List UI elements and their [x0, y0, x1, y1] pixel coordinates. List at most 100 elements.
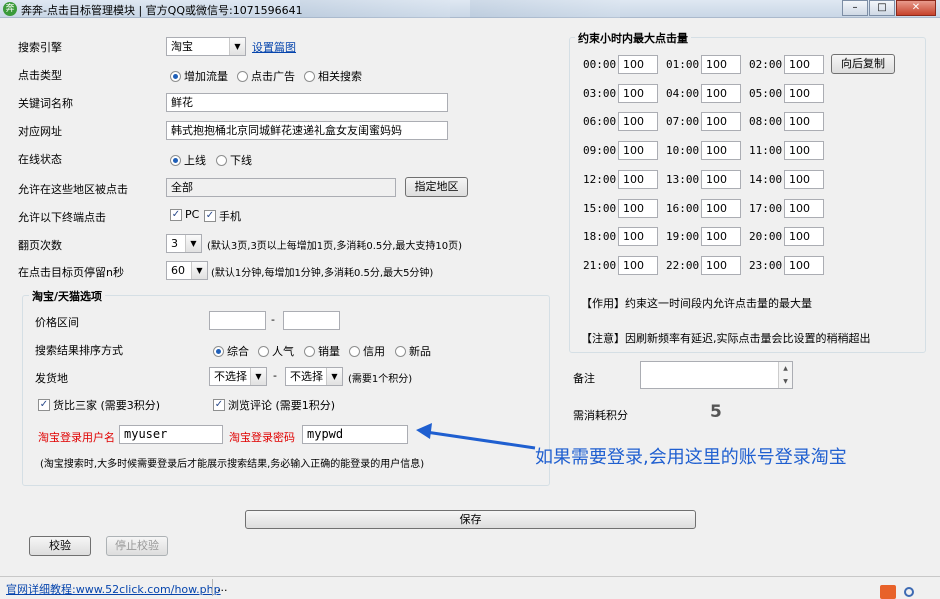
hour-limit-input[interactable]: 100 [618, 227, 658, 247]
stay-label: 在点击目标页停留n秒 [18, 266, 124, 279]
check-icon: ✓ [38, 399, 50, 411]
url-input[interactable]: 韩式抱抱桶北京同城鲜花速递礼盒女友闺蜜妈妈 [166, 121, 448, 140]
hour-limit-input[interactable]: 100 [618, 198, 658, 218]
click-type-related-radio[interactable]: 相关搜索 [304, 68, 362, 84]
background-tab-ghost [470, 0, 620, 18]
hour-limit-input[interactable]: 100 [701, 227, 741, 247]
pages-select[interactable]: 3 ▼ [166, 234, 202, 253]
radio-label: 增加流量 [184, 70, 228, 83]
minimize-button[interactable]: – [842, 0, 868, 16]
radio-label: 人气 [272, 345, 294, 358]
remark-textarea[interactable]: ▲ ▼ [640, 361, 793, 389]
engine-value: 淘宝 [171, 40, 193, 53]
hour-label: 00:00 [583, 58, 617, 71]
hour-limit-input[interactable]: 100 [618, 83, 658, 103]
click-type-traffic-radio[interactable]: 增加流量 [170, 68, 228, 84]
ship-province-select[interactable]: 不选择 ▼ [209, 367, 267, 386]
hour-limit-input[interactable]: 100 [701, 55, 741, 74]
online-on-radio[interactable]: 上线 [170, 152, 206, 168]
hour-limit-input[interactable]: 100 [618, 141, 658, 161]
save-button[interactable]: 保存 [245, 510, 696, 529]
sort-comprehensive-radio[interactable]: 综合 [213, 343, 249, 359]
password-input[interactable]: mypwd [302, 425, 408, 444]
terminal-pc-checkbox[interactable]: ✓ PC [170, 208, 199, 221]
radio-label: 信用 [363, 345, 385, 358]
hour-limit-input[interactable]: 100 [701, 83, 741, 103]
hour-limit-input[interactable]: 100 [701, 198, 741, 218]
click-type-ad-radio[interactable]: 点击广告 [237, 68, 295, 84]
hour-limit-input[interactable]: 100 [701, 169, 741, 189]
check-icon: ✓ [213, 399, 225, 411]
sort-popularity-radio[interactable]: 人气 [258, 343, 294, 359]
radio-label: 销量 [318, 345, 340, 358]
radio-label: 综合 [227, 345, 249, 358]
hour-limit-input[interactable]: 100 [784, 55, 824, 74]
hour-limit-input[interactable]: 100 [701, 112, 741, 132]
hour-label: 02:00 [749, 58, 783, 71]
username-input[interactable]: myuser [119, 425, 223, 444]
hour-limit-input[interactable]: 100 [618, 255, 658, 275]
region-label: 允许在这些地区被点击 [18, 183, 128, 196]
radio-label: 新品 [409, 345, 431, 358]
checkbox-label: 手机 [219, 210, 241, 223]
hour-limit-input[interactable]: 100 [784, 255, 824, 275]
keyword-input[interactable]: 鲜花 [166, 93, 448, 112]
sort-label: 搜索结果排序方式 [35, 344, 123, 357]
maximize-button[interactable]: □ [869, 0, 895, 16]
status-secondary: ... [217, 581, 228, 594]
hour-label: 11:00 [749, 144, 783, 158]
ship-note: (需要1个积分) [348, 374, 413, 385]
hour-limit-input[interactable]: 100 [784, 83, 824, 103]
hour-limit-input[interactable]: 100 [618, 55, 658, 74]
cost-label: 需消耗积分 [573, 409, 628, 422]
hour-label: 05:00 [749, 86, 783, 100]
hour-limit-input[interactable]: 100 [784, 227, 824, 247]
stop-verify-button: 停止校验 [106, 536, 168, 556]
ship-city-select[interactable]: 不选择 ▼ [285, 367, 343, 386]
tutorial-link[interactable]: 官网详细教程:www.52click.com/how.php [6, 581, 221, 597]
sort-new-radio[interactable]: 新品 [395, 343, 431, 359]
hour-label: 06:00 [583, 115, 617, 129]
terminal-mobile-checkbox[interactable]: ✓ 手机 [204, 208, 241, 224]
hour-limit-input[interactable]: 100 [618, 112, 658, 132]
chevron-down-icon: ▼ [326, 368, 342, 385]
sort-credit-radio[interactable]: 信用 [349, 343, 385, 359]
region-input[interactable]: 全部 [166, 178, 396, 197]
chevron-down-icon: ▼ [185, 235, 201, 252]
radio-dot [237, 70, 248, 82]
hour-label: 03:00 [583, 86, 617, 100]
hour-label: 08:00 [749, 115, 783, 129]
tray-app-icon[interactable] [880, 585, 896, 599]
price-max-input[interactable] [283, 311, 340, 330]
hour-limit-input[interactable]: 100 [784, 198, 824, 218]
sort-sales-radio[interactable]: 销量 [304, 343, 340, 359]
close-button[interactable]: ✕ [896, 0, 936, 16]
stay-select[interactable]: 60 ▼ [166, 261, 208, 280]
radio-label: 下线 [230, 154, 252, 167]
hour-limit-input[interactable]: 100 [784, 141, 824, 161]
copy-forward-button[interactable]: 向后复制 [831, 54, 895, 74]
hour-label: 23:00 [749, 258, 783, 272]
hour-limit-input[interactable]: 100 [618, 169, 658, 189]
title-bar: 奔 奔奔-点击目标管理模块 | 官方QQ或微信号:1071596641 – □ … [0, 0, 940, 18]
keyword-label: 关键词名称 [18, 97, 73, 110]
verify-button[interactable]: 校验 [29, 536, 91, 556]
review-checkbox[interactable]: ✓ 浏览评论 (需要1积分) [213, 397, 335, 413]
check-icon: ✓ [204, 210, 216, 222]
engine-settings-link[interactable]: 设置篇图 [252, 39, 296, 55]
hour-limit-input[interactable]: 100 [701, 255, 741, 275]
engine-select[interactable]: 淘宝 ▼ [166, 37, 246, 56]
hour-limit-input[interactable]: 100 [784, 169, 824, 189]
compare-checkbox[interactable]: ✓ 货比三家 (需要3积分) [38, 397, 160, 413]
tray-status-icon[interactable] [904, 587, 914, 597]
hour-limit-input[interactable]: 100 [784, 112, 824, 132]
hour-label: 21:00 [583, 258, 617, 272]
specify-region-button[interactable]: 指定地区 [405, 177, 468, 197]
click-type-label: 点击类型 [18, 69, 62, 82]
scroll-arrows-icon[interactable]: ▲ ▼ [778, 362, 792, 388]
online-off-radio[interactable]: 下线 [216, 152, 252, 168]
password-label: 淘宝登录密码 [229, 431, 295, 444]
status-bar: 官网详细教程:www.52click.com/how.php ... [0, 576, 940, 599]
hour-limit-input[interactable]: 100 [701, 141, 741, 161]
price-min-input[interactable] [209, 311, 266, 330]
